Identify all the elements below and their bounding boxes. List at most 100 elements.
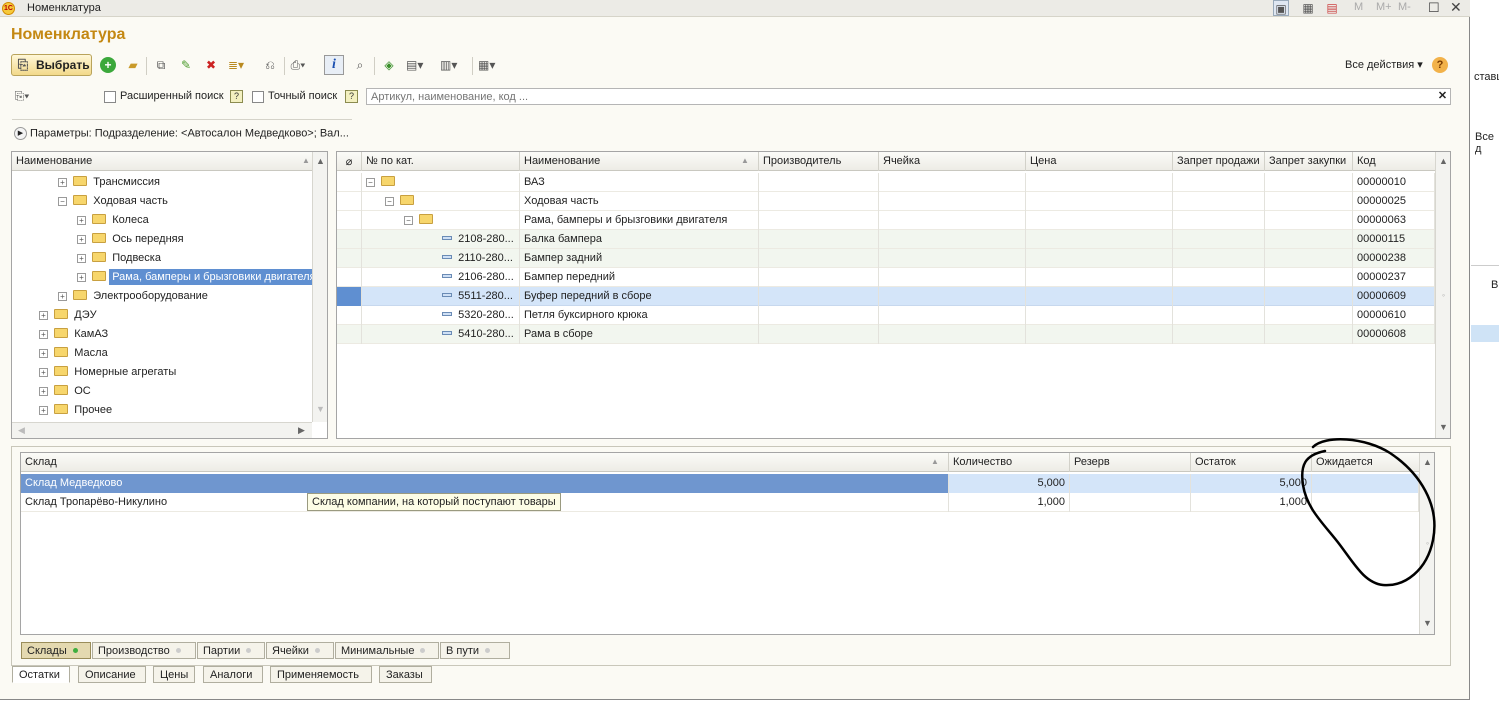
tab-in-transit[interactable]: В пути [440, 642, 510, 659]
delete-icon[interactable]: ✖ [203, 57, 219, 73]
table-row[interactable]: 5320-280... Петля буксирного крюка 00000… [337, 306, 1435, 325]
scroll-left-icon[interactable]: ◀ [14, 423, 29, 438]
extended-search-hint-icon[interactable]: ? [230, 90, 243, 103]
tree-item[interactable]: + Подвеска [12, 249, 312, 268]
calendar-icon[interactable]: ▤ [1324, 0, 1340, 16]
expand-icon[interactable]: + [77, 235, 86, 244]
clear-search-icon[interactable]: ✕ [1436, 90, 1449, 103]
help-icon[interactable]: ? [1432, 57, 1448, 73]
collapse-icon[interactable]: − [58, 197, 67, 206]
expand-icon[interactable]: + [58, 292, 67, 301]
expand-icon[interactable]: + [39, 330, 48, 339]
tree-item[interactable]: + Масла [12, 344, 312, 363]
tree-item[interactable]: + Трансмиссия [12, 173, 312, 192]
expand-icon[interactable]: + [39, 368, 48, 377]
table-row[interactable]: 2106-280... Бампер передний 00000237 [337, 268, 1435, 287]
memory-plus-button[interactable]: M+ [1376, 1, 1392, 13]
grid-header-cat[interactable]: № по кат. [362, 152, 520, 171]
tab-prices[interactable]: Цены [153, 666, 195, 683]
table-row[interactable]: − ВАЗ 00000010 [337, 173, 1435, 192]
hierarchy-icon[interactable]: ≣▾ [228, 57, 244, 73]
find-icon[interactable]: ⌕ [352, 57, 368, 73]
scroll-down-icon[interactable]: ▼ [1420, 616, 1434, 631]
info-icon[interactable]: i [324, 55, 344, 75]
tab-cells[interactable]: Ячейки [266, 642, 334, 659]
scroll-down-icon[interactable]: ▼ [1436, 420, 1450, 435]
expand-icon[interactable]: + [77, 254, 86, 263]
table-row[interactable]: − Рама, бамперы и брызговики двигателя 0… [337, 211, 1435, 230]
tree-item[interactable]: + Номерные агрегаты [12, 363, 312, 382]
scroll-right-icon[interactable]: ▶ [294, 423, 309, 438]
tree-item[interactable]: + Электрооборудование [12, 287, 312, 306]
parameters-bar[interactable]: ▶ Параметры: Подразделение: <Автосалон Ме… [14, 127, 349, 140]
tab-balances[interactable]: Остатки [12, 666, 70, 683]
grid-header-no-sale[interactable]: Запрет продажи [1173, 152, 1265, 171]
scroll-up-icon[interactable]: ▲ [1436, 154, 1450, 169]
tree-item[interactable]: + ДЭУ [12, 306, 312, 325]
expand-icon[interactable]: + [39, 387, 48, 396]
tree-header-name[interactable]: Наименование [12, 152, 312, 171]
tree-item[interactable]: + Прочее [12, 401, 312, 420]
memory-m-button[interactable]: M [1354, 1, 1363, 13]
edit-icon[interactable]: ✎ [178, 57, 194, 73]
grid-header-manufacturer[interactable]: Производитель [759, 152, 879, 171]
table-row[interactable]: 5410-280... Рама в сборе 00000608 [337, 325, 1435, 344]
memory-minus-button[interactable]: M- [1398, 1, 1411, 13]
scroll-thumb[interactable]: ◦ [1436, 288, 1450, 303]
print-icon[interactable]: ⎙▾ [290, 57, 306, 73]
calculator-icon[interactable]: ▦ [1300, 0, 1316, 16]
price-icon[interactable]: ◈ [381, 57, 397, 73]
table-row-selected[interactable]: 5511-280... Буфер передний в сборе 00000… [337, 287, 1435, 306]
exact-search-checkbox[interactable] [252, 91, 264, 103]
collapse-icon[interactable]: − [366, 178, 375, 187]
expand-icon[interactable]: + [77, 273, 86, 282]
expand-params-icon[interactable]: ▶ [14, 127, 27, 140]
expand-icon[interactable]: + [77, 216, 86, 225]
grid-header-name[interactable]: Наименование [520, 152, 759, 171]
stock-header-quantity[interactable]: Количество [949, 453, 1070, 472]
tab-analogs[interactable]: Аналоги [203, 666, 263, 683]
search-input[interactable] [367, 89, 1427, 104]
tab-warehouses[interactable]: Склады [21, 642, 91, 659]
tab-orders[interactable]: Заказы [379, 666, 432, 683]
document-icon[interactable]: ▥▾ [440, 57, 457, 73]
stock-header-rest[interactable]: Остаток [1191, 453, 1312, 472]
expand-icon[interactable]: + [39, 406, 48, 415]
all-actions-menu[interactable]: Все действия ▾ [1345, 58, 1423, 71]
collapse-icon[interactable]: − [404, 216, 413, 225]
tab-production[interactable]: Производство [92, 642, 196, 659]
extended-search-checkbox[interactable] [104, 91, 116, 103]
stock-header-warehouse[interactable]: Склад [21, 453, 949, 472]
report-icon[interactable]: ▤▾ [406, 57, 423, 73]
table-row[interactable]: 2108-280... Балка бампера 00000115 [337, 230, 1435, 249]
add-icon[interactable]: + [100, 57, 116, 73]
expand-icon[interactable]: + [39, 349, 48, 358]
tab-batches[interactable]: Партии [197, 642, 265, 659]
select-button[interactable]: ⎘ Выбрать [11, 54, 92, 76]
close-icon[interactable]: ✕ [1450, 0, 1462, 16]
tree-item-selected[interactable]: + Рама, бамперы и брызговики двигателя [12, 268, 312, 287]
grid-header-cell[interactable]: Ячейка [879, 152, 1026, 171]
move-icon[interactable]: ⎌ [262, 57, 278, 73]
grid-header-price[interactable]: Цена [1026, 152, 1173, 171]
maximize-icon[interactable]: ☐ [1428, 0, 1440, 16]
tab-applicability[interactable]: Применяемость [270, 666, 372, 683]
scroll-down-icon[interactable]: ▼ [313, 402, 327, 417]
tree-item[interactable]: + КамАЗ [12, 325, 312, 344]
expand-icon[interactable]: + [58, 178, 67, 187]
tree-item[interactable]: − Ходовая часть [12, 192, 312, 211]
tree-item[interactable]: + Колеса [12, 211, 312, 230]
grid-header-code[interactable]: Код [1353, 152, 1435, 171]
tree-vertical-scrollbar[interactable]: ▲ ▼ [312, 152, 327, 422]
copy-icon[interactable]: ⧉ [153, 57, 169, 73]
tree-item[interactable]: + Ось передняя [12, 230, 312, 249]
stock-row-selected[interactable]: Склад Медведково 5,000 5,000 [21, 474, 1419, 493]
attachment-column-header[interactable]: ⌀ [337, 152, 362, 171]
window-mode-icon[interactable]: ▣ [1273, 0, 1289, 16]
stock-header-reserve[interactable]: Резерв [1070, 453, 1191, 472]
search-mode-icon[interactable]: ⎘▾ [14, 88, 30, 104]
add-folder-icon[interactable]: ▰ [125, 57, 141, 73]
stock-row[interactable]: Склад Тропарёво-Никулино 1,000 1,000 [21, 493, 1419, 512]
collapse-icon[interactable]: − [385, 197, 394, 206]
tab-description[interactable]: Описание [78, 666, 146, 683]
